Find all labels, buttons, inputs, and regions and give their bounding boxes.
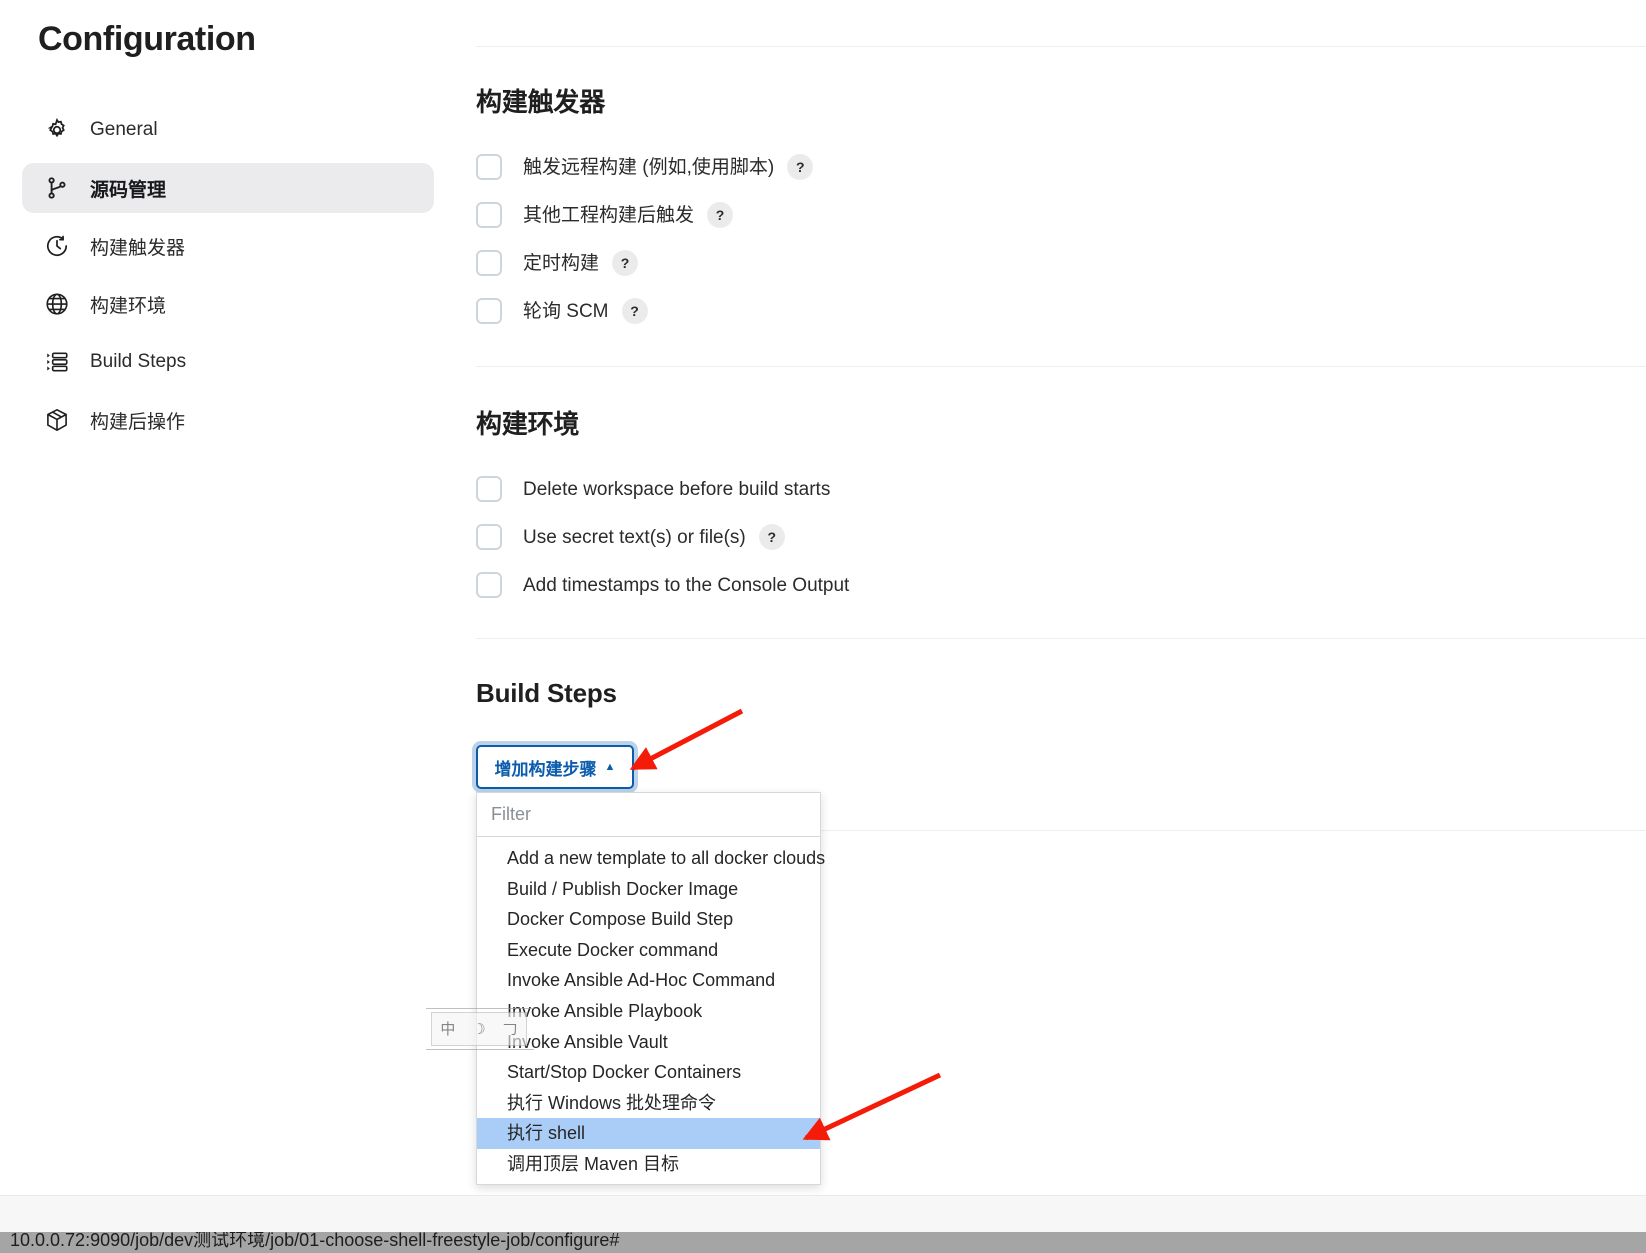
- globe-icon: [42, 289, 72, 319]
- build-step-option-list: Add a new template to all docker clouds …: [477, 837, 825, 1184]
- checkbox-label: 触发远程构建 (例如,使用脚本): [523, 156, 775, 178]
- sidebar-item-build-steps[interactable]: Build Steps: [22, 337, 434, 387]
- sidebar-item-label: 构建触发器: [90, 237, 186, 259]
- sidebar-item-label: 构建后操作: [90, 411, 186, 433]
- chevron-up-icon: ▲: [604, 760, 616, 773]
- list-item-docker-compose-build[interactable]: Docker Compose Build Step: [477, 904, 820, 935]
- list-item-execute-shell[interactable]: 执行 shell: [477, 1118, 820, 1149]
- divider-top: [476, 46, 1646, 47]
- checkbox-row-delete-workspace[interactable]: Delete workspace before build starts: [476, 474, 830, 504]
- configuration-page: Configuration General 源码管理 构建触发器 构建环境 Bu…: [0, 0, 1646, 1253]
- checkbox-poll-scm[interactable]: [476, 298, 502, 324]
- checkbox-label: 轮询 SCM: [523, 300, 609, 322]
- checkbox-label: Use secret text(s) or file(s): [523, 526, 746, 548]
- sidebar-item-build-triggers[interactable]: 构建触发器: [22, 221, 434, 271]
- help-icon[interactable]: ?: [612, 250, 639, 276]
- checkbox-label: Delete workspace before build starts: [523, 478, 831, 500]
- help-icon[interactable]: ?: [787, 154, 814, 180]
- sidebar-nav: General 源码管理 构建触发器 构建环境 Build Steps 构建后操…: [22, 105, 434, 453]
- add-build-step-button[interactable]: 增加构建步骤 ▲: [476, 745, 634, 789]
- sidebar-item-label: General: [90, 119, 158, 140]
- sidebar: Configuration General 源码管理 构建触发器 构建环境 Bu…: [0, 0, 470, 1195]
- list-item-ansible-adhoc[interactable]: Invoke Ansible Ad-Hoc Command: [477, 965, 820, 996]
- checkbox-delete-workspace[interactable]: [476, 476, 502, 502]
- checkbox-row-poll-scm[interactable]: 轮询 SCM ?: [476, 296, 648, 326]
- divider-after-build-triggers: [476, 366, 1646, 367]
- ime-language-glyph[interactable]: 中: [440, 1022, 455, 1037]
- gear-icon: [42, 115, 72, 145]
- main-content: 构建触发器 触发远程构建 (例如,使用脚本) ? 其他工程构建后触发 ? 定时构…: [470, 0, 1646, 1195]
- clock-icon: [42, 231, 72, 261]
- checkbox-add-timestamps[interactable]: [476, 572, 502, 598]
- sidebar-item-general[interactable]: General: [22, 105, 434, 155]
- list-steps-icon: [42, 347, 72, 377]
- package-icon: [42, 405, 72, 435]
- list-item-execute-docker-command[interactable]: Execute Docker command: [477, 935, 820, 966]
- checkbox-label: 定时构建: [523, 252, 600, 274]
- checkbox-after-other-projects[interactable]: [476, 202, 502, 228]
- section-title-build-environment: 构建环境: [476, 409, 580, 439]
- help-icon[interactable]: ?: [707, 202, 734, 228]
- status-bar-url: 10.0.0.72:9090/job/dev测试环境/job/01-choose…: [10, 1232, 620, 1250]
- bottom-panel: [0, 1195, 1646, 1235]
- list-item-ansible-vault[interactable]: Invoke Ansible Vault: [477, 1027, 820, 1058]
- checkbox-row-use-secret-text[interactable]: Use secret text(s) or file(s) ?: [476, 522, 785, 552]
- sidebar-item-label: Build Steps: [90, 351, 187, 372]
- checkbox-row-add-timestamps[interactable]: Add timestamps to the Console Output: [476, 570, 849, 600]
- filter-input[interactable]: [477, 793, 820, 837]
- add-build-step-label: 增加构建步骤: [494, 759, 597, 779]
- list-item-invoke-maven-targets[interactable]: 调用顶层 Maven 目标: [477, 1149, 820, 1180]
- branch-icon: [42, 173, 72, 203]
- list-item-build-publish-docker[interactable]: Build / Publish Docker Image: [477, 874, 820, 905]
- ime-extra-glyph[interactable]: 𠃌: [503, 1022, 518, 1037]
- list-item-execute-windows-batch[interactable]: 执行 Windows 批处理命令: [477, 1088, 820, 1119]
- sidebar-item-post-build-actions[interactable]: 构建后操作: [22, 395, 434, 445]
- section-title-build-triggers: 构建触发器: [476, 87, 606, 117]
- checkbox-build-periodically[interactable]: [476, 250, 502, 276]
- sidebar-item-label: 构建环境: [90, 295, 167, 317]
- sidebar-item-source-code-management[interactable]: 源码管理: [22, 163, 434, 213]
- help-icon[interactable]: ?: [621, 298, 648, 324]
- divider-after-build-environment: [476, 638, 1646, 639]
- sidebar-item-build-environment[interactable]: 构建环境: [22, 279, 434, 329]
- checkbox-label: 其他工程构建后触发: [523, 204, 695, 226]
- section-title-build-steps: Build Steps: [476, 678, 617, 708]
- ime-mode-glyph[interactable]: ☽: [472, 1022, 485, 1037]
- help-icon[interactable]: ?: [758, 524, 785, 550]
- ime-floating-toolbar[interactable]: 中 ☽ 𠃌: [426, 1008, 534, 1050]
- checkbox-row-build-periodically[interactable]: 定时构建 ?: [476, 248, 639, 278]
- checkbox-row-trigger-remote[interactable]: 触发远程构建 (例如,使用脚本) ?: [476, 152, 814, 182]
- checkbox-trigger-remote[interactable]: [476, 154, 502, 180]
- checkbox-use-secret-text[interactable]: [476, 524, 502, 550]
- page-title: Configuration: [38, 20, 256, 58]
- checkbox-row-after-other-projects[interactable]: 其他工程构建后触发 ?: [476, 200, 734, 230]
- status-bar: 10.0.0.72:9090/job/dev测试环境/job/01-choose…: [0, 1232, 1646, 1253]
- list-item-ansible-playbook[interactable]: Invoke Ansible Playbook: [477, 996, 820, 1027]
- checkbox-label: Add timestamps to the Console Output: [523, 574, 850, 596]
- list-item-add-docker-template[interactable]: Add a new template to all docker clouds: [477, 843, 825, 874]
- build-step-dropdown: Add a new template to all docker clouds …: [476, 792, 825, 1185]
- sidebar-item-label: 源码管理: [90, 179, 167, 201]
- list-item-start-stop-containers[interactable]: Start/Stop Docker Containers: [477, 1057, 820, 1088]
